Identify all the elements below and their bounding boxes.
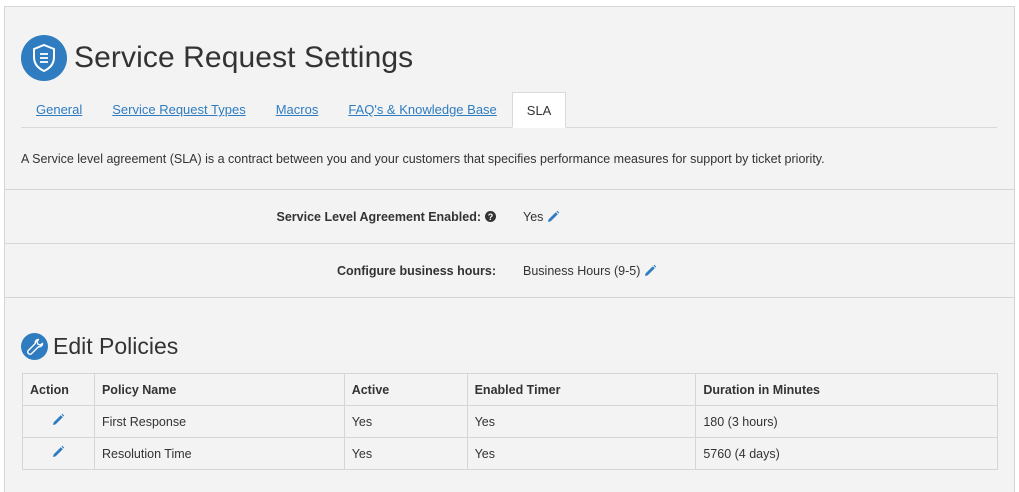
- help-icon[interactable]: ?: [485, 211, 496, 222]
- business-hours-label: Configure business hours:: [336, 263, 496, 278]
- setting-row-sla-enabled: Service Level Agreement Enabled: ? Yes: [5, 189, 1014, 243]
- tab-sla[interactable]: SLA: [511, 92, 567, 128]
- page-header: Service Request Settings: [21, 35, 413, 81]
- table-header-row: Action Policy Name Active Enabled Timer …: [22, 373, 998, 406]
- policies-header: Edit Policies: [21, 333, 178, 360]
- setting-row-business-hours: Configure business hours: Business Hours…: [5, 243, 1014, 297]
- sla-enabled-value: Yes: [523, 209, 544, 224]
- active-cell: Yes: [343, 405, 468, 438]
- tab-service-request-types[interactable]: Service Request Types: [97, 92, 260, 127]
- policy-name-cell: Resolution Time: [93, 437, 345, 470]
- policy-name-cell: First Response: [93, 405, 345, 438]
- duration-cell: 5760 (4 days): [695, 437, 998, 470]
- tab-faq-knowledge-base[interactable]: FAQ's & Knowledge Base: [333, 92, 511, 127]
- tab-bar: General Service Request Types Macros FAQ…: [21, 92, 997, 128]
- sla-description: A Service level agreement (SLA) is a con…: [21, 152, 825, 166]
- shield-icon: [21, 35, 67, 81]
- tab-macros[interactable]: Macros: [261, 92, 334, 127]
- column-header-enabled-timer: Enabled Timer: [466, 373, 697, 406]
- pencil-icon[interactable]: [51, 445, 65, 459]
- pencil-icon[interactable]: [643, 264, 657, 278]
- page-title: Service Request Settings: [74, 41, 414, 74]
- tab-general[interactable]: General: [21, 92, 97, 127]
- column-header-policy-name: Policy Name: [93, 373, 345, 406]
- column-header-active: Active: [343, 373, 468, 406]
- policies-table: Action Policy Name Active Enabled Timer …: [22, 373, 998, 470]
- timer-cell: Yes: [466, 405, 697, 438]
- divider: [5, 297, 1014, 298]
- business-hours-value: Business Hours (9-5): [523, 263, 641, 278]
- settings-panel: Service Request Settings General Service…: [4, 6, 1015, 492]
- table-row: First Response Yes Yes 180 (3 hours): [22, 405, 998, 438]
- pencil-icon[interactable]: [51, 413, 65, 427]
- policies-title: Edit Policies: [53, 333, 179, 359]
- wrench-icon: [21, 333, 48, 360]
- pencil-icon[interactable]: [546, 210, 560, 224]
- column-header-duration: Duration in Minutes: [695, 373, 998, 406]
- active-cell: Yes: [343, 437, 468, 470]
- duration-cell: 180 (3 hours): [695, 405, 998, 438]
- timer-cell: Yes: [466, 437, 697, 470]
- column-header-action: Action: [22, 373, 95, 406]
- sla-enabled-label: Service Level Agreement Enabled:: [276, 209, 481, 224]
- table-row: Resolution Time Yes Yes 5760 (4 days): [22, 437, 998, 470]
